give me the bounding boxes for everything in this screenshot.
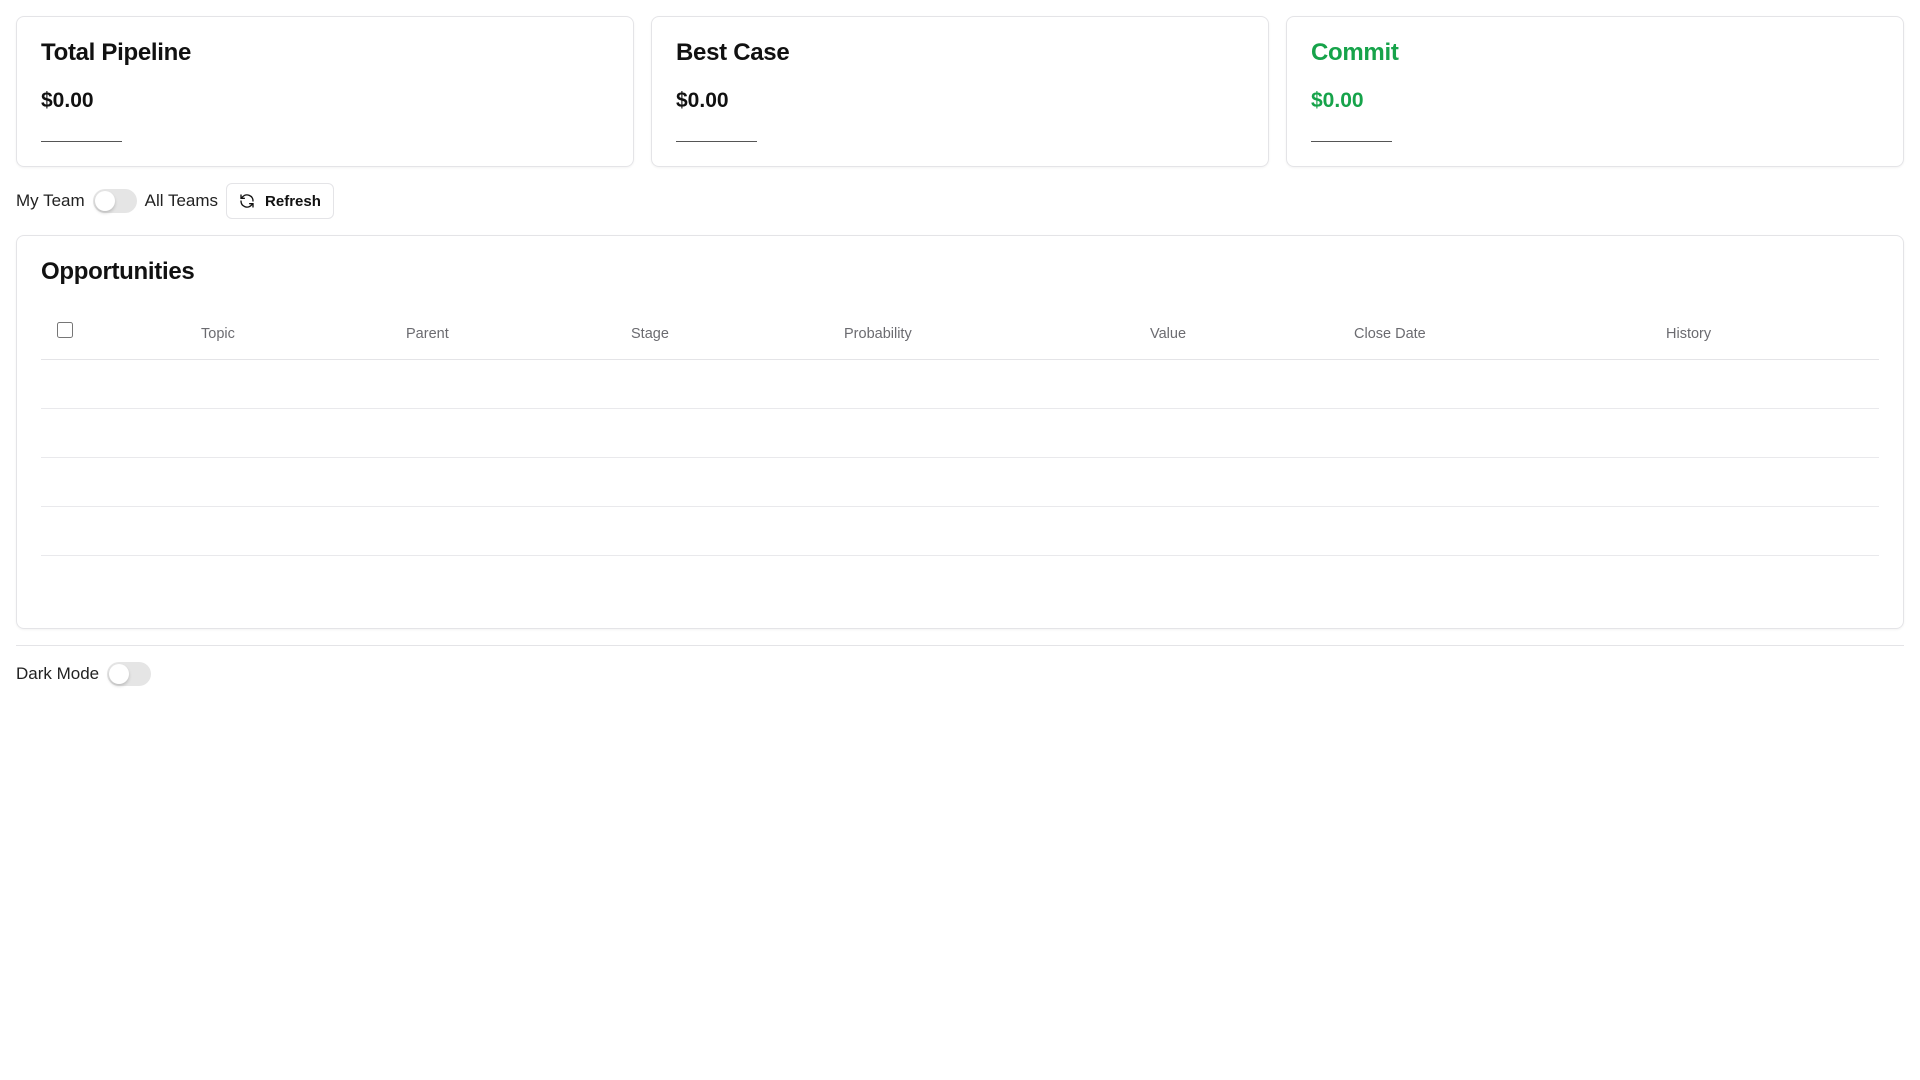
table-row xyxy=(41,408,1879,458)
card-value: $0.00 xyxy=(1311,89,1364,112)
column-header-history[interactable]: History xyxy=(1666,310,1879,360)
commit-card: Commit $0.00 xyxy=(1286,16,1904,167)
column-header-probability[interactable]: Probability xyxy=(844,310,1150,360)
dark-mode-toggle[interactable] xyxy=(107,662,152,686)
card-value: $0.00 xyxy=(41,89,94,112)
card-title: Commit xyxy=(1311,39,1399,66)
column-header-topic[interactable]: Topic xyxy=(201,310,406,360)
column-header-value[interactable]: Value xyxy=(1150,310,1354,360)
footer-divider xyxy=(16,645,1904,646)
card-value: $0.00 xyxy=(676,89,729,112)
summary-cards: Total Pipeline $0.00 Best Case $0.00 Com… xyxy=(16,16,1904,167)
toggle-knob xyxy=(109,664,130,684)
team-scope-toggle[interactable] xyxy=(92,189,137,213)
column-header-stage[interactable]: Stage xyxy=(631,310,844,360)
dark-mode-row: Dark Mode xyxy=(16,660,1904,688)
total-pipeline-card: Total Pipeline $0.00 xyxy=(16,16,634,167)
table-row xyxy=(41,506,1879,556)
refresh-icon xyxy=(239,193,255,209)
toggle-knob xyxy=(94,191,115,211)
team-controls: My Team All Teams Refresh xyxy=(16,183,1904,219)
column-header-close-date[interactable]: Close Date xyxy=(1354,310,1666,360)
refresh-button[interactable]: Refresh xyxy=(226,183,334,219)
table-row xyxy=(41,457,1879,507)
column-header-parent[interactable]: Parent xyxy=(406,310,631,360)
opportunities-table: Topic Parent Stage Probability Value Clo… xyxy=(41,310,1879,556)
card-underline xyxy=(676,141,757,142)
empty-cell xyxy=(41,408,1879,458)
select-all-checkbox[interactable] xyxy=(57,322,73,339)
select-all-cell xyxy=(41,310,201,360)
card-underline xyxy=(41,141,122,142)
empty-cell xyxy=(41,359,1879,409)
card-underline xyxy=(1311,141,1392,142)
all-teams-label: All Teams xyxy=(144,191,219,210)
empty-cell xyxy=(41,506,1879,556)
card-title: Best Case xyxy=(676,39,790,66)
opportunities-panel: Opportunities Topic Parent Stage Probabi… xyxy=(16,235,1904,629)
empty-cell xyxy=(41,457,1879,507)
table-row xyxy=(41,359,1879,409)
dark-mode-label: Dark Mode xyxy=(16,664,100,683)
table-header-row: Topic Parent Stage Probability Value Clo… xyxy=(41,310,1879,360)
my-team-label: My Team xyxy=(16,191,85,210)
dashboard-page: Total Pipeline $0.00 Best Case $0.00 Com… xyxy=(0,0,1920,1080)
refresh-label: Refresh xyxy=(265,192,321,210)
opportunities-title: Opportunities xyxy=(41,258,195,285)
card-title: Total Pipeline xyxy=(41,39,192,66)
best-case-card: Best Case $0.00 xyxy=(651,16,1269,167)
